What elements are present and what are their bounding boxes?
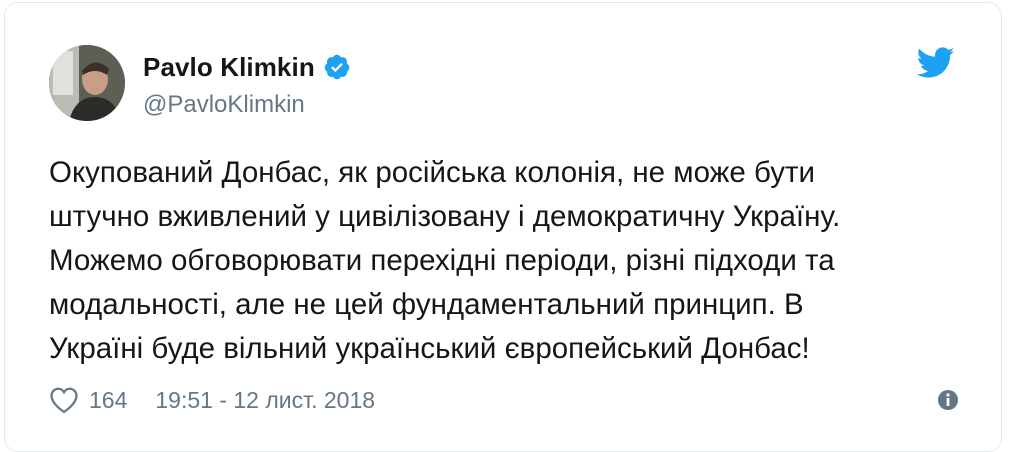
avatar[interactable] — [49, 45, 125, 121]
author-block: Pavlo Klimkin @PavloKlimkin — [143, 47, 351, 119]
like-count[interactable]: 164 — [89, 387, 127, 414]
author-name[interactable]: Pavlo Klimkin — [143, 52, 315, 83]
author-handle[interactable]: @PavloKlimkin — [143, 91, 351, 119]
twitter-bird-icon[interactable] — [916, 47, 955, 79]
tweet-timestamp[interactable]: 19:51 - 12 лист. 2018 — [155, 387, 375, 414]
info-icon[interactable] — [937, 389, 959, 411]
tweet-card: Pavlo Klimkin @PavloKlimkin Окупований Д… — [4, 2, 1002, 452]
verified-badge-icon — [323, 53, 351, 81]
heart-icon[interactable] — [49, 386, 79, 414]
tweet-footer: 164 19:51 - 12 лист. 2018 — [49, 383, 375, 417]
tweet-text: Окупований Донбас, як російська колонія,… — [49, 156, 841, 365]
author-name-row: Pavlo Klimkin — [143, 47, 351, 87]
